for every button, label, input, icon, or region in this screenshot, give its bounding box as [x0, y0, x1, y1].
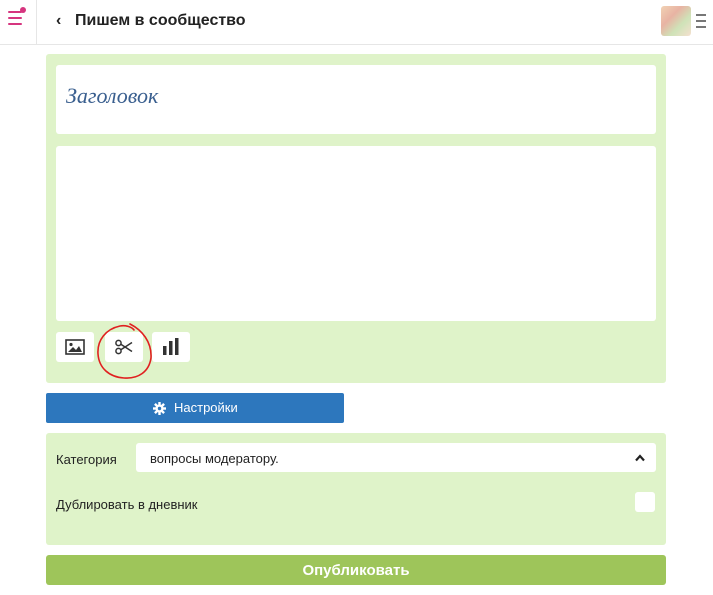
post-body-input[interactable] — [56, 146, 656, 321]
gear-icon — [153, 402, 166, 415]
settings-button-label: Настройки — [174, 400, 238, 415]
category-label: Категория — [56, 452, 117, 467]
page-title: Пишем в сообщество — [75, 12, 246, 29]
publish-button-label: Опубликовать — [302, 562, 410, 579]
hamburger-menu-icon[interactable] — [0, 0, 37, 44]
post-title-placeholder: Заголовок — [66, 83, 159, 108]
vertical-menu-icon[interactable] — [696, 14, 706, 30]
avatar[interactable] — [661, 6, 691, 36]
publish-button[interactable]: Опубликовать — [46, 555, 666, 585]
category-select[interactable]: вопросы модератору. — [136, 443, 656, 472]
post-options: Категория вопросы модератору. Дублироват… — [46, 433, 666, 545]
post-title-input[interactable]: Заголовок — [56, 65, 656, 134]
duplicate-to-diary-checkbox[interactable] — [635, 492, 655, 512]
poll-button[interactable] — [152, 332, 190, 362]
duplicate-to-diary-label: Дублировать в дневник — [56, 497, 198, 512]
image-icon — [65, 339, 85, 355]
chevron-up-icon — [635, 454, 645, 462]
scissors-icon — [115, 339, 133, 355]
top-bar: ‹ Пишем в сообщество — [0, 0, 713, 45]
insert-image-button[interactable] — [56, 332, 94, 362]
bar-chart-icon — [163, 338, 179, 355]
category-value: вопросы модератору. — [150, 451, 279, 466]
settings-button[interactable]: Настройки — [46, 393, 344, 423]
post-editor: Заголовок — [46, 54, 666, 383]
back-arrow-icon[interactable]: ‹ — [56, 11, 61, 31]
cut-button[interactable] — [105, 332, 143, 362]
